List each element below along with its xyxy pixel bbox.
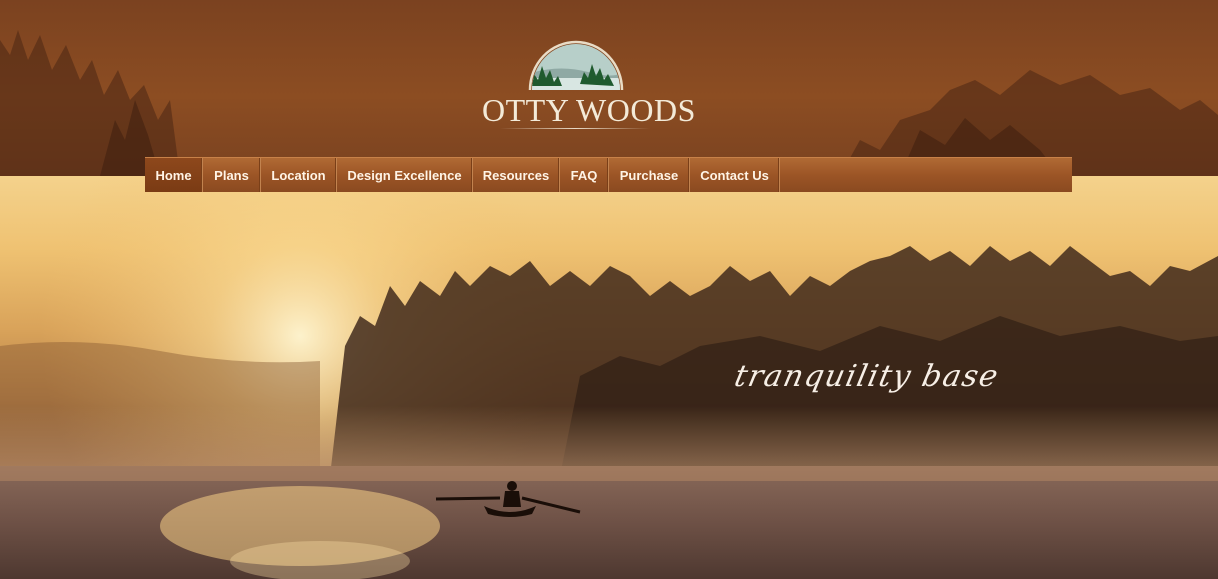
site-logo[interactable]: OTTY WOODS [482, 28, 695, 134]
logo-word-2: WOODS [576, 92, 696, 128]
nav-item-plans[interactable]: Plans [203, 158, 261, 192]
nav-item-resources[interactable]: Resources [473, 158, 560, 192]
nav-item-design-excellence[interactable]: Design Excellence [337, 158, 473, 192]
nav-item-location[interactable]: Location [261, 158, 337, 192]
nav-item-home[interactable]: Home [145, 158, 203, 192]
hero-landscape [0, 176, 1218, 579]
nav-item-contact-us[interactable]: Contact Us [690, 158, 780, 192]
hero-banner: tranquility base [0, 176, 1218, 579]
nav-item-faq[interactable]: FAQ [560, 158, 609, 192]
logo-word-1: OTTY [482, 92, 569, 128]
hero-tagline: tranquility base [731, 359, 1003, 394]
nav-item-purchase[interactable]: Purchase [609, 158, 690, 192]
site-header: OTTY WOODS [0, 0, 1218, 176]
main-nav: Home Plans Location Design Excellence Re… [145, 157, 1072, 192]
logo-underline [500, 128, 650, 129]
lake-trees-logo-icon [528, 40, 624, 91]
logo-wordmark: OTTY WOODS [482, 92, 695, 129]
